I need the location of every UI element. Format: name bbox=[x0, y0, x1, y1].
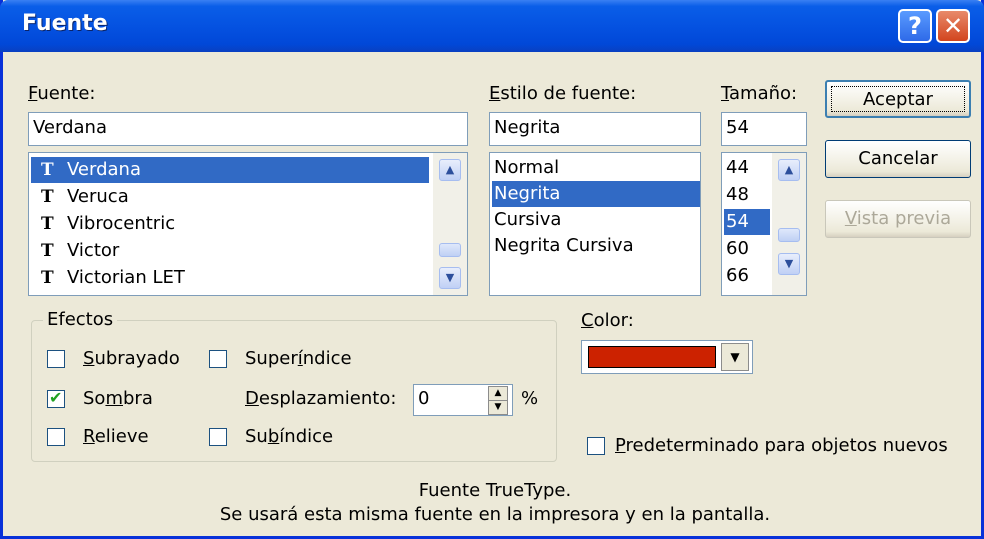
cancel-button[interactable]: Cancelar bbox=[825, 140, 971, 178]
size-list-item[interactable]: 54 bbox=[724, 209, 770, 235]
shadow-checkbox[interactable] bbox=[47, 388, 65, 408]
spin-down-icon[interactable]: ▼ bbox=[488, 400, 508, 415]
scroll-up-icon[interactable]: ▲ bbox=[778, 159, 800, 181]
font-label: Fuente: bbox=[28, 83, 96, 104]
truetype-icon: T bbox=[41, 160, 54, 180]
emboss-label[interactable]: Relieve bbox=[83, 426, 149, 447]
title-bar[interactable]: Fuente ? ✕ bbox=[0, 0, 984, 52]
font-list-item[interactable]: T Veruca bbox=[31, 184, 429, 210]
default-label[interactable]: Predeterminado para objetos nuevos bbox=[615, 435, 948, 456]
font-list-item[interactable]: T Victor bbox=[31, 238, 429, 264]
style-input[interactable]: Negrita bbox=[489, 112, 701, 146]
size-list-item[interactable]: 66 bbox=[724, 263, 770, 289]
offset-label: Desplazamiento: bbox=[245, 388, 397, 409]
style-list-item[interactable]: Normal bbox=[492, 155, 700, 181]
close-icon: ✕ bbox=[942, 12, 964, 40]
scroll-thumb[interactable] bbox=[439, 243, 461, 257]
font-list[interactable]: T Verdana T Veruca T Vibrocentric T Victor T Vict… bbox=[28, 152, 468, 296]
subscript-checkbox[interactable] bbox=[209, 428, 227, 446]
truetype-icon: T bbox=[41, 268, 54, 288]
size-list-scrollbar[interactable]: ▲ ▼ bbox=[772, 153, 806, 295]
font-input[interactable]: Verdana bbox=[28, 112, 468, 146]
effects-title: Efectos bbox=[43, 309, 118, 330]
font-type-description: Fuente TrueType. bbox=[418, 480, 572, 501]
size-list-item[interactable]: 44 bbox=[724, 155, 770, 181]
size-input[interactable]: 54 bbox=[721, 112, 807, 146]
color-label: Color: bbox=[581, 310, 634, 331]
underline-checkbox[interactable] bbox=[47, 350, 65, 368]
default-checkbox[interactable] bbox=[587, 437, 605, 455]
font-list-item[interactable]: T Victorian LET bbox=[31, 265, 429, 291]
truetype-icon: T bbox=[41, 187, 54, 207]
color-swatch bbox=[588, 346, 716, 368]
offset-value: 0 bbox=[418, 388, 430, 409]
font-list-scrollbar[interactable]: ▲ ▼ bbox=[433, 153, 467, 295]
emboss-checkbox[interactable] bbox=[47, 428, 65, 446]
close-button[interactable]: ✕ bbox=[936, 9, 970, 43]
style-list-item[interactable]: Negrita bbox=[492, 181, 700, 207]
accept-button[interactable]: Aceptar bbox=[825, 80, 971, 118]
style-list[interactable]: Normal Negrita Cursiva Negrita Cursiva bbox=[489, 152, 701, 296]
style-label: Estilo de fuente: bbox=[489, 83, 637, 104]
color-dropdown[interactable]: ▼ bbox=[581, 340, 753, 374]
font-list-item[interactable]: T Vibrocentric bbox=[31, 211, 429, 237]
size-list-item[interactable]: 60 bbox=[724, 236, 770, 262]
size-label: Tamaño: bbox=[721, 83, 798, 104]
shadow-label[interactable]: Sombra bbox=[83, 388, 153, 409]
preview-button: Vista previa bbox=[825, 200, 971, 238]
underline-label[interactable]: Subrayado bbox=[83, 348, 180, 369]
font-name: Vibrocentric bbox=[67, 213, 176, 234]
style-list-item[interactable]: Negrita Cursiva bbox=[492, 233, 700, 259]
font-dialog: Fuente ? ✕ Fuente: Verdana T Verdana T Veru… bbox=[0, 0, 984, 539]
size-list-item[interactable]: 48 bbox=[724, 182, 770, 208]
scroll-down-icon[interactable]: ▼ bbox=[778, 253, 800, 275]
offset-unit: % bbox=[521, 388, 539, 409]
window-title: Fuente bbox=[22, 11, 108, 36]
scroll-up-icon[interactable]: ▲ bbox=[439, 159, 461, 181]
font-name: Veruca bbox=[67, 186, 129, 207]
spin-up-icon[interactable]: ▲ bbox=[488, 386, 508, 401]
truetype-icon: T bbox=[41, 214, 54, 234]
font-name: Victor bbox=[67, 240, 120, 261]
superscript-checkbox[interactable] bbox=[209, 350, 227, 368]
font-name: Victorian LET bbox=[67, 267, 185, 288]
help-button[interactable]: ? bbox=[898, 9, 932, 43]
size-list[interactable]: 44 48 54 60 66 ▲ ▼ bbox=[721, 152, 807, 296]
style-list-item[interactable]: Cursiva bbox=[492, 207, 700, 233]
subscript-label[interactable]: Subíndice bbox=[245, 426, 333, 447]
help-icon: ? bbox=[908, 12, 922, 40]
superscript-label[interactable]: Superíndice bbox=[245, 348, 352, 369]
scroll-down-icon[interactable]: ▼ bbox=[439, 267, 461, 289]
font-name: Verdana bbox=[67, 159, 141, 180]
scroll-thumb[interactable] bbox=[778, 228, 800, 242]
truetype-icon: T bbox=[41, 241, 54, 261]
font-list-item[interactable]: T Verdana bbox=[31, 157, 429, 183]
font-usage-description: Se usará esta misma fuente en la impreso… bbox=[219, 504, 771, 525]
chevron-down-icon[interactable]: ▼ bbox=[721, 343, 749, 371]
